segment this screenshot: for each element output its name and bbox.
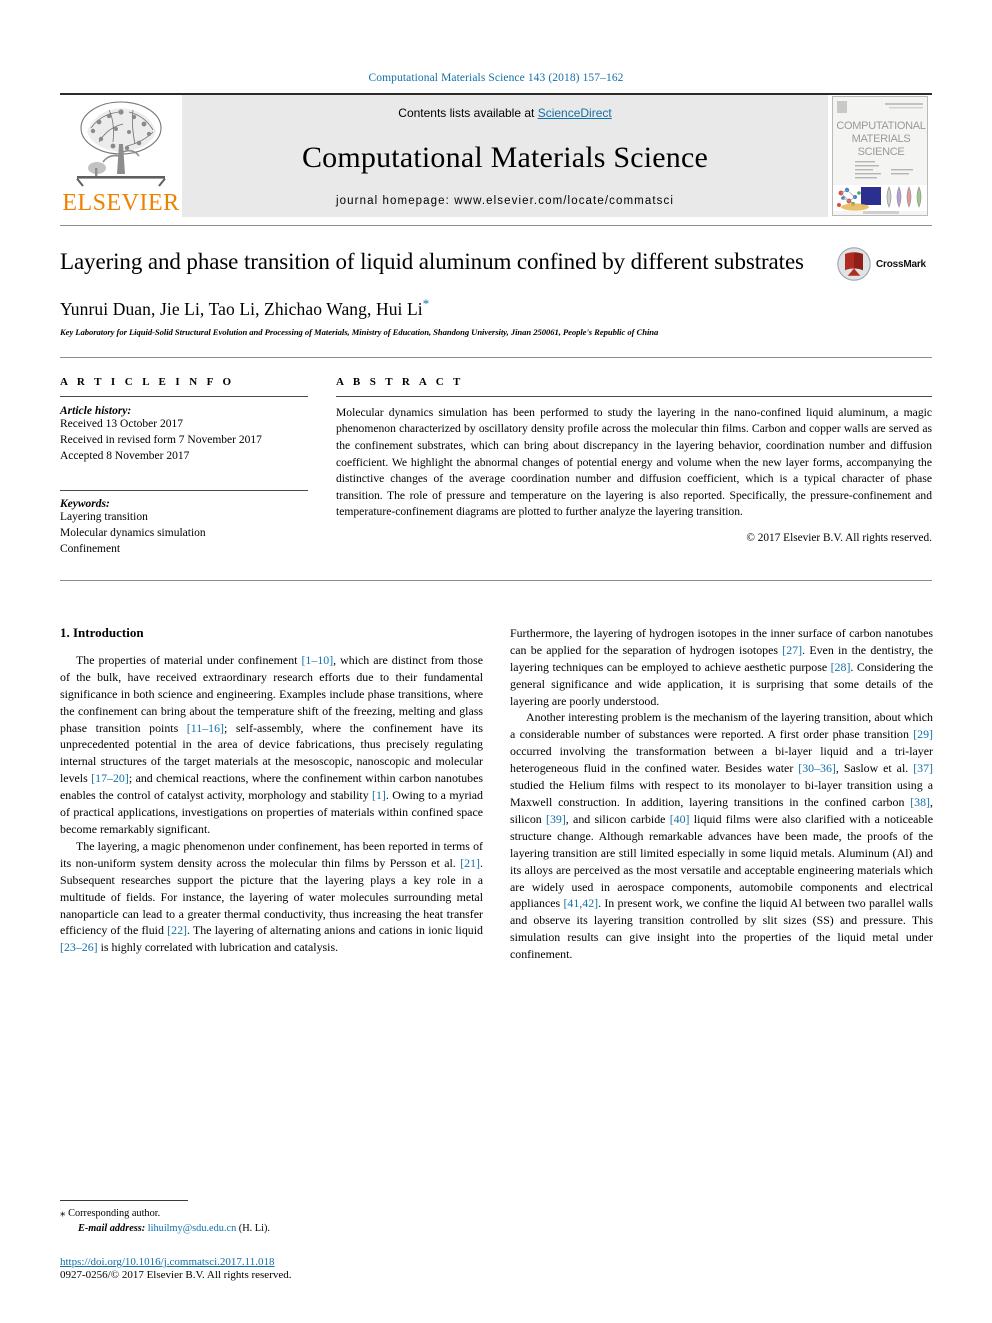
citation-ref[interactable]: [1] (372, 788, 386, 802)
svg-text:SCIENCE: SCIENCE (858, 146, 905, 158)
citation-ref[interactable]: [39] (546, 812, 566, 826)
email-note: E-mail address: lihuilmy@sdu.edu.cn (H. … (60, 1222, 483, 1237)
abstract-heading: A B S T R A C T (336, 375, 464, 388)
doi-block: https://doi.org/10.1016/j.commatsci.2017… (60, 1256, 483, 1281)
corresponding-author-marker: * (422, 295, 430, 311)
email-link[interactable]: lihuilmy@sdu.edu.cn (148, 1223, 236, 1234)
journal-cover-thumbnail: COMPUTATIONAL MATERIALS SCIENCE (832, 96, 928, 216)
svg-text:COMPUTATIONAL: COMPUTATIONAL (836, 120, 925, 132)
citation-ref[interactable]: [40] (670, 812, 690, 826)
footnote-block: ⁎ Corresponding author. E-mail address: … (60, 1200, 483, 1281)
elsevier-logo: ELSEVIER (60, 95, 182, 217)
journal-title: Computational Materials Science (301, 140, 709, 174)
sciencedirect-link[interactable]: ScienceDirect (538, 106, 612, 120)
footnote-rule (60, 1200, 188, 1202)
citation-ref[interactable]: [21] (460, 856, 480, 870)
info-abstract-section: A R T I C L E I N F O Article history: R… (60, 358, 932, 558)
section-heading-introduction: 1. Introduction (60, 624, 144, 640)
email-label: E-mail address: (78, 1223, 146, 1235)
citation-ref[interactable]: [27] (782, 643, 802, 657)
body-columns: 1. Introduction The properties of materi… (60, 581, 933, 963)
title-block: Layering and phase transition of liquid … (60, 226, 932, 337)
crossmark-icon (837, 247, 871, 281)
page-title: Layering and phase transition of liquid … (60, 249, 804, 274)
paragraph: Furthermore, the layering of hydrogen is… (510, 625, 934, 708)
paragraph: The layering, a magic phenomenon under c… (60, 838, 484, 955)
article-info-heading: A R T I C L E I N F O (60, 375, 235, 388)
citation-ref[interactable]: [29] (913, 727, 933, 741)
paragraph: The properties of material under confine… (60, 652, 483, 837)
citation-ref[interactable]: [11–16] (187, 721, 224, 735)
issn-copyright: 0927-0256/© 2017 Elsevier B.V. All right… (60, 1269, 292, 1281)
journal-homepage[interactable]: journal homepage: www.elsevier.com/locat… (336, 195, 674, 207)
keywords-rule (60, 490, 308, 492)
citation-ref[interactable]: [23–26] (60, 940, 98, 954)
keyword-item: Layering transition (60, 511, 148, 524)
citation-ref[interactable]: [37] (913, 761, 933, 775)
citation-ref[interactable]: [38] (910, 795, 930, 809)
citation-ref[interactable]: [17–20] (91, 771, 129, 785)
corresponding-author-text: Corresponding author. (68, 1208, 161, 1220)
svg-text:MATERIALS: MATERIALS (852, 133, 911, 145)
corresponding-author-note: ⁎ Corresponding author. (60, 1206, 483, 1222)
history-item: Received 13 October 2017 (60, 417, 183, 430)
crossmark-badge[interactable]: CrossMark (836, 244, 932, 284)
author-names: Yunrui Duan, Jie Li, Tao Li, Zhichao Wan… (60, 298, 423, 319)
doi-link[interactable]: https://doi.org/10.1016/j.commatsci.2017… (60, 1256, 483, 1268)
email-suffix: (H. Li). (238, 1223, 270, 1235)
contents-available-line: Contents lists available at ScienceDirec… (398, 106, 611, 120)
elsevier-tree-icon (69, 98, 173, 190)
affiliation: Key Laboratory for Liquid-Solid Structur… (60, 326, 659, 337)
banner-center: Contents lists available at ScienceDirec… (182, 95, 828, 217)
journal-banner: ELSEVIER Contents lists available at Sci… (60, 93, 932, 217)
abstract-text: Molecular dynamics simulation has been p… (336, 405, 932, 519)
footnote-star-icon: ⁎ (60, 1207, 66, 1220)
running-head: Computational Materials Science 143 (201… (368, 72, 624, 84)
keyword-item: Confinement (60, 543, 121, 556)
citation-ref[interactable]: [1–10] (301, 653, 333, 667)
citation-ref[interactable]: [41,42] (563, 896, 598, 910)
article-history-label: Article history: (60, 404, 132, 417)
crossmark-label: CrossMark (876, 258, 926, 270)
abstract-column: A B S T R A C T Molecular dynamics simul… (336, 376, 932, 558)
history-item: Received in revised form 7 November 2017 (60, 433, 262, 446)
abstract-copyright: © 2017 Elsevier B.V. All rights reserved… (746, 531, 932, 544)
history-item: Accepted 8 November 2017 (60, 449, 190, 462)
citation-ref[interactable]: [30–36] (798, 761, 836, 775)
citation-ref[interactable]: [28] (831, 660, 851, 674)
author-list: Yunrui Duan, Jie Li, Tao Li, Zhichao Wan… (60, 296, 932, 320)
paper-page: Computational Materials Science 143 (201… (0, 0, 992, 1323)
abstract-rule (336, 395, 932, 397)
citation-ref[interactable]: [22] (167, 923, 187, 937)
article-info-column: A R T I C L E I N F O Article history: R… (60, 376, 308, 558)
elsevier-wordmark: ELSEVIER (62, 190, 180, 216)
keywords-label: Keywords: (60, 498, 110, 511)
paragraph: Another interesting problem is the mecha… (510, 710, 933, 962)
body-column-right: Furthermore, the layering of hydrogen is… (510, 625, 933, 963)
journal-cover-area: COMPUTATIONAL MATERIALS SCIENCE (828, 95, 932, 217)
article-info-rule (60, 395, 308, 397)
keyword-item: Molecular dynamics simulation (60, 527, 206, 540)
body-column-left: 1. Introduction The properties of materi… (60, 625, 483, 963)
contents-prefix: Contents lists available at (398, 106, 538, 120)
